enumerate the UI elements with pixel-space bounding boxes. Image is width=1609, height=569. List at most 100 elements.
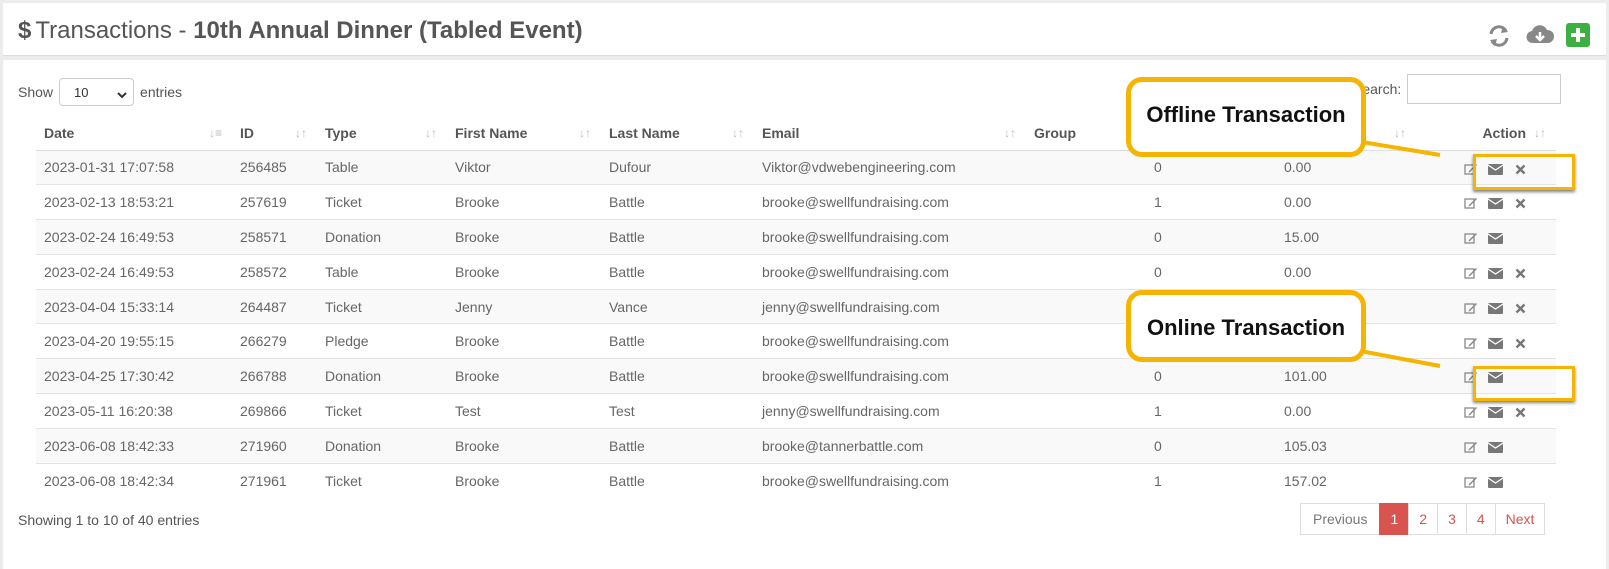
- cell-amount: 157.02: [1276, 462, 1416, 498]
- online-transaction-callout: Online Transaction: [1126, 290, 1366, 362]
- cell-date: 2023-02-13 18:53:21: [36, 184, 232, 220]
- cell-group: [1026, 184, 1146, 220]
- delete-icon[interactable]: [1512, 336, 1526, 350]
- cell-first-name: Brooke: [447, 462, 601, 498]
- col-last-name[interactable]: Last Name ↓↑: [601, 116, 754, 151]
- page-header: $ Transactions - 10th Annual Dinner (Tabl…: [3, 3, 1606, 56]
- table-info: Showing 1 to 10 of 40 entries: [18, 512, 200, 528]
- cell-first-name: Brooke: [447, 323, 601, 359]
- delete-icon[interactable]: [1512, 301, 1526, 315]
- cell-email: brooke@swellfundraising.com: [754, 253, 1026, 290]
- col-email[interactable]: Email ↓↑: [754, 116, 1026, 151]
- cell-date: 2023-05-11 16:20:38: [36, 393, 232, 429]
- cell-id: 264487: [232, 288, 317, 324]
- email-icon[interactable]: [1487, 231, 1504, 245]
- entries-value: 10: [74, 85, 89, 100]
- cell-group: [1026, 393, 1146, 429]
- cell-id: 269866: [232, 393, 317, 429]
- edit-icon[interactable]: [1464, 475, 1478, 489]
- edit-icon[interactable]: [1464, 440, 1478, 454]
- cell-date: 2023-04-25 17:30:42: [36, 358, 232, 394]
- col-type[interactable]: Type ↓↑: [317, 116, 447, 151]
- email-icon[interactable]: [1487, 266, 1504, 280]
- delete-icon[interactable]: [1512, 196, 1526, 210]
- cell-last-name: Battle: [601, 358, 754, 394]
- cell-amount: 105.03: [1276, 427, 1416, 464]
- pagination-page-2[interactable]: 2: [1408, 503, 1439, 535]
- cell-first-name: Brooke: [447, 427, 601, 464]
- delete-icon[interactable]: [1512, 266, 1526, 280]
- add-icon[interactable]: [1566, 23, 1592, 49]
- cell-type: Ticket: [317, 393, 447, 429]
- chevron-down-icon: [117, 87, 127, 102]
- email-icon[interactable]: [1487, 301, 1504, 315]
- email-icon[interactable]: [1487, 405, 1504, 419]
- edit-icon[interactable]: [1464, 336, 1478, 350]
- cell-date: 2023-01-31 17:07:58: [36, 149, 232, 185]
- cell-amount: 0.00: [1276, 253, 1416, 290]
- sort-icon: ↓≡: [208, 126, 222, 140]
- cell-last-name: Battle: [601, 323, 754, 359]
- cell-id: 271960: [232, 427, 317, 464]
- edit-icon[interactable]: [1464, 231, 1478, 245]
- cell-last-name: Battle: [601, 253, 754, 290]
- col-action[interactable]: Action ↓↑: [1416, 116, 1556, 151]
- cell-last-name: Battle: [601, 427, 754, 464]
- col-date[interactable]: Date ↓≡: [36, 116, 232, 151]
- edit-icon[interactable]: [1464, 196, 1478, 210]
- cell-id: 271961: [232, 462, 317, 498]
- table-row: 2023-06-08 18:42:33 271960 Donation Brooke B…: [36, 427, 1556, 464]
- cell-last-name: Battle: [601, 462, 754, 498]
- cell-type: Table: [317, 253, 447, 290]
- cell-type: Pledge: [317, 323, 447, 359]
- sort-icon: ↓↑: [1534, 126, 1546, 140]
- cell-first-name: Brooke: [447, 358, 601, 394]
- cell-email: Viktor@vdwebengineering.com: [754, 149, 1026, 185]
- sort-icon: ↓↑: [732, 126, 744, 140]
- email-icon[interactable]: [1487, 475, 1504, 489]
- cell-first-name: Brooke: [447, 219, 601, 255]
- cell-id: 256485: [232, 149, 317, 185]
- pagination-page-3[interactable]: 3: [1437, 503, 1467, 535]
- edit-icon[interactable]: [1464, 266, 1478, 280]
- cell-id: 258572: [232, 253, 317, 290]
- cell-type: Table: [317, 149, 447, 185]
- email-icon[interactable]: [1487, 336, 1504, 350]
- pagination-page-1[interactable]: 1: [1379, 503, 1410, 535]
- col-id[interactable]: ID ↓↑: [232, 116, 317, 151]
- cell-actions: [1416, 219, 1556, 255]
- entries-select[interactable]: 10: [59, 78, 135, 106]
- title-prefix: Transactions -: [35, 17, 194, 44]
- cell-id: 257619: [232, 184, 317, 220]
- pagination: Previous 1 2 3 4 Next: [1300, 503, 1546, 535]
- pagination-page-4[interactable]: 4: [1465, 503, 1496, 535]
- edit-icon[interactable]: [1464, 301, 1478, 315]
- search-input[interactable]: [1407, 74, 1562, 104]
- table-row: 2023-04-25 17:30:42 266788 Donation Brooke B…: [36, 358, 1556, 394]
- email-icon[interactable]: [1487, 440, 1504, 454]
- sort-icon: ↓↑: [295, 126, 307, 140]
- delete-icon[interactable]: [1512, 405, 1526, 419]
- table-row: 2023-05-11 16:20:38 269866 Ticket Test Test j…: [36, 393, 1556, 429]
- cell-date: 2023-04-20 19:55:15: [36, 323, 232, 359]
- cell-email: brooke@swellfundraising.com: [754, 323, 1026, 359]
- pagination-next[interactable]: Next: [1494, 503, 1546, 535]
- table-row: 2023-02-24 16:49:53 258572 Table Brooke Batt…: [36, 253, 1556, 290]
- cell-date: 2023-06-08 18:42:34: [36, 462, 232, 498]
- refresh-icon[interactable]: [1486, 23, 1512, 49]
- entries-label: entries: [140, 84, 183, 100]
- cell-first-name: Viktor: [447, 149, 601, 185]
- search: Search:: [1353, 74, 1562, 104]
- cell-email: brooke@swellfundraising.com: [754, 358, 1026, 394]
- cell-type: Donation: [317, 358, 447, 394]
- cell-qty: 0: [1146, 219, 1276, 255]
- dollar-icon: $: [18, 17, 32, 44]
- cloud-download-icon[interactable]: [1526, 23, 1555, 49]
- email-icon[interactable]: [1487, 196, 1504, 210]
- cell-qty: 1: [1146, 393, 1276, 429]
- pagination-previous[interactable]: Previous: [1300, 503, 1381, 535]
- cell-last-name: Battle: [601, 219, 754, 255]
- edit-icon[interactable]: [1464, 405, 1478, 419]
- cell-id: 266788: [232, 358, 317, 394]
- col-first-name[interactable]: First Name ↓↑: [447, 116, 601, 151]
